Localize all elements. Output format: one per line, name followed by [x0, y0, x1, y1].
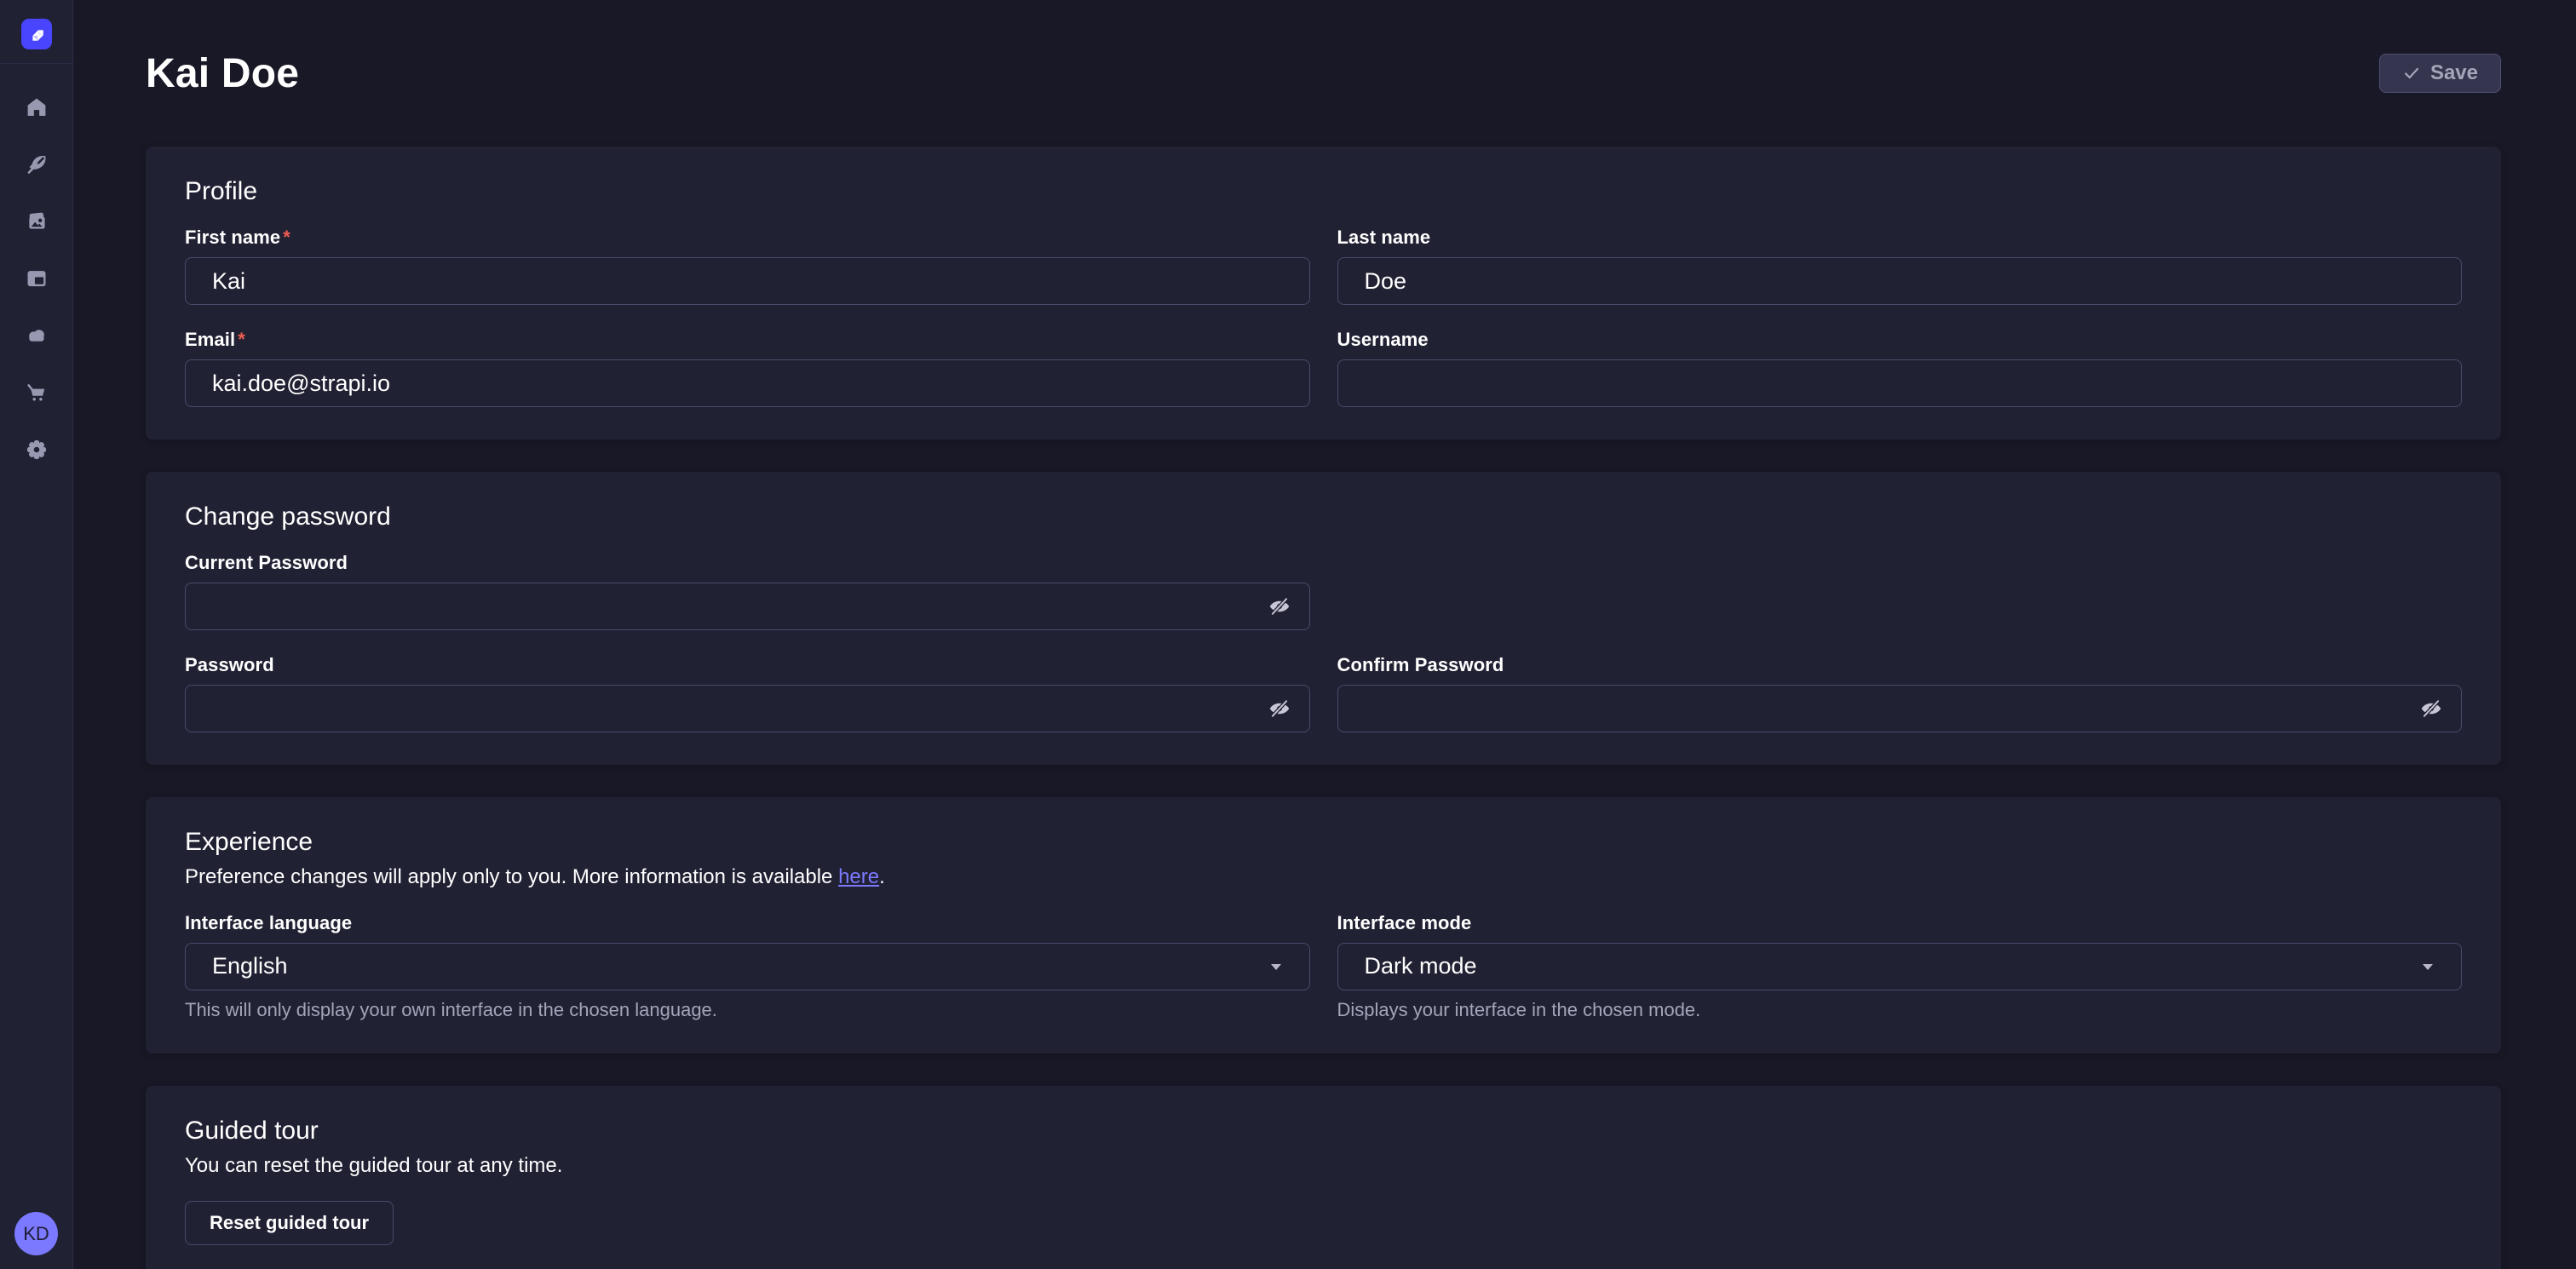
- sidebar-item-content-type-builder[interactable]: [24, 266, 49, 291]
- check-icon: [2402, 64, 2421, 83]
- sidebar-item-content-manager[interactable]: [24, 152, 49, 177]
- password-grid: Current Password Password: [185, 552, 2462, 732]
- more-information-link[interactable]: here: [838, 865, 879, 888]
- guided-tour-description: You can reset the guided tour at any tim…: [185, 1154, 2462, 1179]
- save-button[interactable]: Save: [2379, 54, 2501, 93]
- user-avatar[interactable]: KD: [14, 1212, 58, 1255]
- email-label: Email*: [185, 329, 1310, 351]
- profile-grid: First name* Last name Email* Username: [185, 227, 2462, 407]
- toggle-current-password-visibility-button[interactable]: [1261, 588, 1298, 625]
- sidebar-item-deploy[interactable]: [24, 323, 49, 348]
- eye-slash-icon: [1267, 696, 1292, 721]
- new-password-input[interactable]: [185, 685, 1310, 732]
- interface-mode-value: Dark mode: [1365, 953, 1477, 979]
- cart-icon: [25, 381, 49, 405]
- sidebar-item-media-library[interactable]: [24, 209, 49, 234]
- change-password-heading: Change password: [185, 502, 2462, 531]
- first-name-input[interactable]: [185, 257, 1310, 305]
- experience-description: Preference changes will apply only to yo…: [185, 865, 2462, 890]
- confirm-password-label: Confirm Password: [1337, 654, 2463, 676]
- email-input[interactable]: [185, 359, 1310, 407]
- interface-language-value: English: [212, 953, 288, 979]
- home-icon: [25, 95, 49, 119]
- page-header: Kai Doe Save: [146, 0, 2501, 107]
- email-field: Email*: [185, 329, 1310, 407]
- sidebar-nav: [24, 95, 49, 462]
- interface-language-select[interactable]: English: [185, 943, 1310, 991]
- main-content: Kai Doe Save Profile First name* Last na…: [73, 0, 2576, 1269]
- sidebar-divider: [0, 63, 72, 64]
- profile-card: Profile First name* Last name Email* Use…: [146, 146, 2501, 439]
- experience-grid: Interface language English This will onl…: [185, 912, 2462, 1021]
- sidebar-item-marketplace[interactable]: [24, 380, 49, 405]
- chevron-down-icon: [2418, 957, 2437, 976]
- images-icon: [25, 210, 49, 233]
- interface-mode-label: Interface mode: [1337, 912, 2463, 934]
- required-asterisk: *: [283, 227, 290, 248]
- interface-language-field: Interface language English This will onl…: [185, 912, 1310, 1021]
- gear-icon: [25, 438, 49, 462]
- sidebar-item-home[interactable]: [24, 95, 49, 120]
- confirm-password-field: Confirm Password: [1337, 654, 2463, 732]
- last-name-label: Last name: [1337, 227, 2463, 249]
- toggle-new-password-visibility-button[interactable]: [1261, 690, 1298, 727]
- current-password-field: Current Password: [185, 552, 1310, 630]
- new-password-field: Password: [185, 654, 1310, 732]
- username-field: Username: [1337, 329, 2463, 407]
- new-password-label: Password: [185, 654, 1310, 676]
- strapi-logo[interactable]: [21, 19, 52, 49]
- first-name-label: First name*: [185, 227, 1310, 249]
- current-password-label: Current Password: [185, 552, 1310, 574]
- guided-tour-card: Guided tour You can reset the guided tou…: [146, 1086, 2501, 1269]
- experience-card: Experience Preference changes will apply…: [146, 797, 2501, 1054]
- interface-mode-hint: Displays your interface in the chosen mo…: [1337, 999, 2463, 1021]
- toggle-confirm-password-visibility-button[interactable]: [2412, 690, 2450, 727]
- save-button-label: Save: [2430, 61, 2478, 85]
- eye-slash-icon: [2418, 696, 2444, 721]
- required-asterisk: *: [238, 329, 245, 350]
- interface-mode-field: Interface mode Dark mode Displays your i…: [1337, 912, 2463, 1021]
- cloud-icon: [25, 324, 49, 347]
- sidebar: KD: [0, 0, 73, 1269]
- sidebar-item-settings[interactable]: [24, 437, 49, 462]
- interface-language-hint: This will only display your own interfac…: [185, 999, 1310, 1021]
- reset-guided-tour-button[interactable]: Reset guided tour: [185, 1201, 394, 1245]
- interface-mode-select[interactable]: Dark mode: [1337, 943, 2463, 991]
- first-name-field: First name*: [185, 227, 1310, 305]
- page-title: Kai Doe: [146, 50, 299, 97]
- change-password-card: Change password Current Password: [146, 472, 2501, 765]
- username-label: Username: [1337, 329, 2463, 351]
- profile-heading: Profile: [185, 177, 2462, 206]
- feather-icon: [25, 152, 49, 176]
- username-input[interactable]: [1337, 359, 2463, 407]
- last-name-input[interactable]: [1337, 257, 2463, 305]
- last-name-field: Last name: [1337, 227, 2463, 305]
- strapi-logo-glyph: [27, 25, 46, 43]
- confirm-password-input[interactable]: [1337, 685, 2463, 732]
- layout-icon: [25, 267, 49, 290]
- current-password-input[interactable]: [185, 583, 1310, 630]
- chevron-down-icon: [1267, 957, 1285, 976]
- interface-language-label: Interface language: [185, 912, 1310, 934]
- guided-tour-heading: Guided tour: [185, 1117, 2462, 1146]
- eye-slash-icon: [1267, 594, 1292, 619]
- experience-heading: Experience: [185, 828, 2462, 857]
